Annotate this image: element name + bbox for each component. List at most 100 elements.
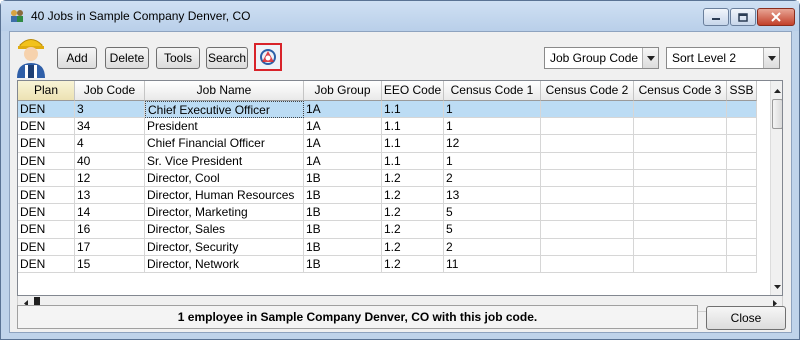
sort-level-select[interactable]: Sort Level 2	[666, 47, 780, 69]
cell-plan[interactable]: DEN	[18, 186, 75, 205]
table-row[interactable]: DEN 16 Director, Sales 1B 1.2 5	[18, 221, 757, 239]
cell-job-code[interactable]: 17	[75, 238, 145, 256]
window-close-button[interactable]	[757, 8, 795, 26]
cell-census-code-3[interactable]	[634, 169, 727, 187]
table-row[interactable]: DEN 14 Director, Marketing 1B 1.2 5	[18, 204, 757, 222]
cell-eeo-code[interactable]: 1.2	[382, 221, 444, 239]
cell-ssb[interactable]	[727, 101, 757, 119]
table-row[interactable]: DEN 40 Sr. Vice President 1A 1.1 1	[18, 152, 757, 170]
search-button[interactable]: Search	[206, 47, 248, 69]
cell-job-group[interactable]: 1B	[304, 186, 382, 205]
column-header-job-name[interactable]: Job Name	[145, 81, 304, 101]
cell-census-code-2[interactable]	[541, 169, 634, 187]
maximize-button[interactable]	[730, 8, 756, 26]
cell-job-name[interactable]: Director, Sales	[145, 221, 304, 239]
scroll-up-icon[interactable]	[771, 83, 782, 99]
cell-job-name[interactable]: Sr. Vice President	[145, 152, 304, 170]
cell-census-code-3[interactable]	[634, 135, 727, 153]
column-header-plan[interactable]: Plan	[18, 81, 75, 101]
minimize-button[interactable]	[703, 8, 729, 26]
cell-census-code-1[interactable]: 5	[444, 204, 541, 222]
cell-job-group[interactable]: 1B	[304, 255, 382, 273]
cell-job-group[interactable]: 1A	[304, 101, 382, 119]
cell-eeo-code[interactable]: 1.2	[382, 204, 444, 222]
cell-eeo-code[interactable]: 1.1	[382, 135, 444, 153]
cell-job-group[interactable]: 1A	[304, 118, 382, 136]
cell-job-name[interactable]: Director, Network	[145, 255, 304, 273]
delete-button[interactable]: Delete	[105, 47, 149, 69]
cell-ssb[interactable]	[727, 152, 757, 170]
cell-eeo-code[interactable]: 1.2	[382, 186, 444, 205]
cell-census-code-3[interactable]	[634, 101, 727, 119]
cell-job-name[interactable]: Chief Financial Officer	[145, 135, 304, 153]
vertical-scrollbar[interactable]	[770, 81, 782, 295]
cell-census-code-2[interactable]	[541, 135, 634, 153]
cell-job-group[interactable]: 1B	[304, 221, 382, 239]
cell-census-code-1[interactable]: 11	[444, 255, 541, 273]
cell-census-code-3[interactable]	[634, 186, 727, 205]
cell-job-group[interactable]: 1B	[304, 238, 382, 256]
cell-census-code-2[interactable]	[541, 204, 634, 222]
cell-ssb[interactable]	[727, 186, 757, 205]
column-header-census-code-1[interactable]: Census Code 1	[444, 81, 541, 101]
business-intelligence-button[interactable]	[254, 43, 282, 71]
cell-ssb[interactable]	[727, 169, 757, 187]
cell-eeo-code[interactable]: 1.2	[382, 238, 444, 256]
table-row[interactable]: DEN 17 Director, Security 1B 1.2 2	[18, 238, 757, 256]
column-header-census-code-2[interactable]: Census Code 2	[541, 81, 634, 101]
cell-job-name[interactable]: Director, Security	[145, 238, 304, 256]
column-header-ssb[interactable]: SSB	[727, 81, 757, 101]
cell-census-code-3[interactable]	[634, 221, 727, 239]
cell-job-name[interactable]: Director, Marketing	[145, 204, 304, 222]
cell-census-code-2[interactable]	[541, 101, 634, 119]
cell-ssb[interactable]	[727, 221, 757, 239]
cell-census-code-3[interactable]	[634, 118, 727, 136]
cell-job-group[interactable]: 1A	[304, 135, 382, 153]
cell-ssb[interactable]	[727, 255, 757, 273]
cell-job-code[interactable]: 4	[75, 135, 145, 153]
cell-census-code-2[interactable]	[541, 221, 634, 239]
cell-eeo-code[interactable]: 1.1	[382, 118, 444, 136]
cell-job-code[interactable]: 16	[75, 221, 145, 239]
cell-plan[interactable]: DEN	[18, 221, 75, 239]
cell-job-code[interactable]: 34	[75, 118, 145, 136]
cell-eeo-code[interactable]: 1.1	[382, 101, 444, 119]
cell-plan[interactable]: DEN	[18, 101, 75, 119]
cell-job-code[interactable]: 3	[75, 101, 145, 119]
cell-census-code-1[interactable]: 5	[444, 221, 541, 239]
table-row[interactable]: DEN 13 Director, Human Resources 1B 1.2 13	[18, 186, 757, 205]
table-row[interactable]: DEN 12 Director, Cool 1B 1.2 2	[18, 169, 757, 187]
cell-census-code-1[interactable]: 13	[444, 186, 541, 205]
column-header-job-code[interactable]: Job Code	[75, 81, 145, 101]
cell-eeo-code[interactable]: 1.2	[382, 255, 444, 273]
cell-job-code[interactable]: 13	[75, 186, 145, 205]
table-row[interactable]: DEN 3 Chief Executive Officer 1A 1.1 1	[18, 101, 757, 119]
cell-eeo-code[interactable]: 1.1	[382, 152, 444, 170]
cell-ssb[interactable]	[727, 118, 757, 136]
table-row[interactable]: DEN 15 Director, Network 1B 1.2 11	[18, 255, 757, 273]
cell-job-name[interactable]: Director, Human Resources	[145, 186, 304, 205]
cell-plan[interactable]: DEN	[18, 255, 75, 273]
cell-plan[interactable]: DEN	[18, 118, 75, 136]
cell-job-code[interactable]: 12	[75, 169, 145, 187]
cell-census-code-1[interactable]: 1	[444, 101, 541, 119]
cell-plan[interactable]: DEN	[18, 135, 75, 153]
cell-census-code-2[interactable]	[541, 152, 634, 170]
cell-job-group[interactable]: 1A	[304, 152, 382, 170]
cell-plan[interactable]: DEN	[18, 169, 75, 187]
cell-census-code-3[interactable]	[634, 255, 727, 273]
tools-button[interactable]: Tools	[156, 47, 200, 69]
cell-eeo-code[interactable]: 1.2	[382, 169, 444, 187]
cell-job-code[interactable]: 14	[75, 204, 145, 222]
cell-census-code-2[interactable]	[541, 238, 634, 256]
table-row[interactable]: DEN 4 Chief Financial Officer 1A 1.1 12	[18, 135, 757, 153]
cell-job-code[interactable]: 40	[75, 152, 145, 170]
column-header-eeo-code[interactable]: EEO Code	[382, 81, 444, 101]
cell-job-name[interactable]: President	[145, 118, 304, 136]
cell-job-group[interactable]: 1B	[304, 204, 382, 222]
column-header-census-code-3[interactable]: Census Code 3	[634, 81, 727, 101]
cell-job-name[interactable]: Chief Executive Officer	[145, 101, 304, 119]
chevron-down-icon[interactable]	[763, 48, 779, 68]
cell-census-code-3[interactable]	[634, 238, 727, 256]
cell-plan[interactable]: DEN	[18, 238, 75, 256]
